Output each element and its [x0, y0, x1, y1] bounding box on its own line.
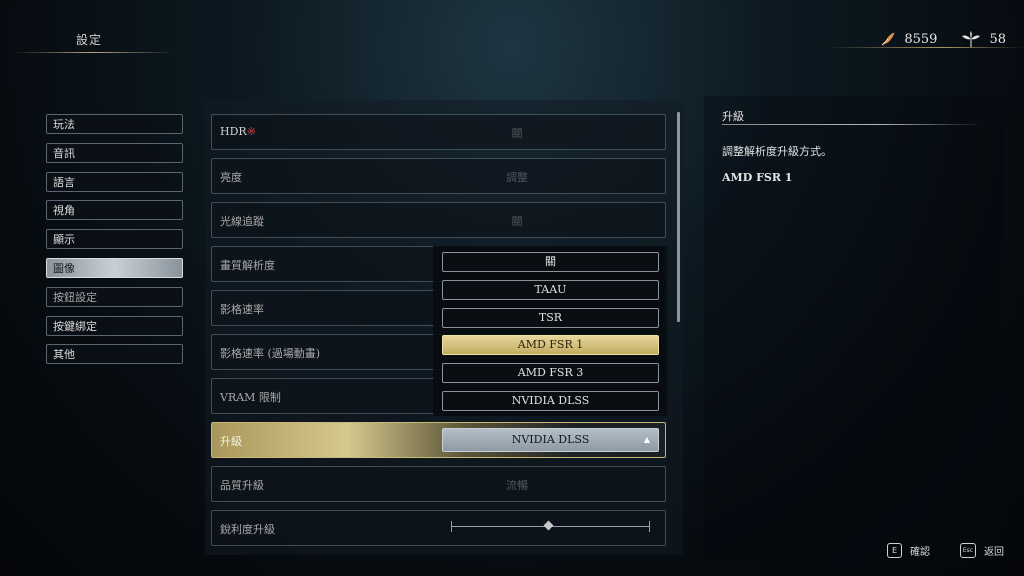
- setting-label-upscaling: 升級: [220, 435, 242, 448]
- feather-icon: [882, 32, 895, 46]
- settings-category-menu: 玩法 音訊 語言 視角 顯示 圖像 按鈕設定 按鍵綁定 其他: [46, 114, 183, 373]
- setting-row-sharpness[interactable]: 銳利度升級: [211, 510, 666, 546]
- setting-label-ray-tracing: 光線追蹤: [220, 215, 264, 228]
- slider-end-cap: [649, 521, 650, 532]
- info-panel: [704, 96, 1004, 566]
- upscaling-dropdown-list: 關 TAAU TSR AMD FSR 1 AMD FSR 3 NVIDIA DL…: [433, 246, 667, 416]
- setting-label-sharpness: 銳利度升級: [220, 523, 275, 536]
- setting-row-brightness[interactable]: 亮度 調整: [211, 158, 666, 194]
- setting-value-upscaling-quality: 流暢: [506, 479, 528, 492]
- feather-count: 8559: [904, 31, 938, 47]
- confirm-button[interactable]: 確認: [910, 543, 930, 558]
- dropdown-option-nvidia-dlss[interactable]: NVIDIA DLSS: [442, 391, 659, 411]
- menu-item-graphics[interactable]: 圖像: [46, 257, 183, 278]
- setting-label-cutscene-frame-rate: 影格速率 (過場動畫): [220, 347, 321, 360]
- menu-item-gameplay[interactable]: 玩法: [46, 114, 183, 134]
- header-divider: [824, 47, 1024, 48]
- chevron-up-icon: ▲: [643, 435, 650, 444]
- info-description: 調整解析度升級方式。: [722, 145, 832, 158]
- menu-item-key-bindings[interactable]: 按鍵綁定: [46, 315, 183, 336]
- hdr-label-text: HDR: [220, 125, 247, 138]
- setting-label-upscaling-quality: 品質升級: [220, 479, 264, 492]
- menu-item-camera[interactable]: 視角: [46, 200, 183, 221]
- title-underline: [14, 52, 174, 53]
- info-selected-value: AMD FSR 1: [722, 171, 793, 184]
- setting-row-hdr[interactable]: HDR※ 關: [211, 114, 666, 150]
- dropdown-option-amd-fsr-1[interactable]: AMD FSR 1: [442, 335, 659, 355]
- page-title: 設定: [76, 33, 103, 47]
- menu-item-language[interactable]: 語言: [46, 171, 183, 192]
- info-divider: [722, 124, 982, 125]
- info-title: 升級: [722, 110, 744, 123]
- e-key-icon: E: [887, 543, 902, 558]
- setting-label-brightness: 亮度: [220, 171, 242, 184]
- dropdown-option-tsr[interactable]: TSR: [442, 308, 659, 328]
- footer-controls: E 確認 Esc 返回: [887, 543, 1004, 558]
- setting-label-vram-limit: VRAM 限制: [220, 391, 281, 404]
- slider-start-cap: [451, 521, 452, 532]
- settings-scrollbar[interactable]: [677, 112, 680, 322]
- upscaling-select[interactable]: NVIDIA DLSS ▲: [442, 428, 659, 452]
- setting-value-hdr: 關: [511, 127, 523, 140]
- setting-label-hdr: HDR※: [220, 125, 256, 138]
- dropdown-option-amd-fsr-3[interactable]: AMD FSR 3: [442, 363, 659, 383]
- setting-value-brightness: 調整: [506, 171, 528, 184]
- warning-marker: ※: [246, 125, 256, 138]
- dropdown-option-off[interactable]: 關: [442, 252, 659, 272]
- menu-item-other[interactable]: 其他: [46, 344, 183, 365]
- setting-row-ray-tracing[interactable]: 光線追蹤 關: [211, 202, 666, 238]
- esc-key-icon: Esc: [960, 543, 976, 558]
- setting-label-frame-rate: 影格速率: [220, 303, 264, 316]
- page-header: 設定: [14, 27, 174, 53]
- dropdown-option-taau[interactable]: TAAU: [442, 280, 659, 300]
- leaf-count: 58: [989, 31, 1006, 47]
- menu-item-display[interactable]: 顯示: [46, 229, 183, 250]
- upscaling-select-value: NVIDIA DLSS: [511, 433, 590, 446]
- setting-row-upscaling-quality[interactable]: 品質升級 流暢: [211, 466, 666, 502]
- setting-label-resolution: 畫質解析度: [220, 259, 275, 272]
- menu-item-audio[interactable]: 音訊: [46, 142, 183, 163]
- setting-value-ray-tracing: 關: [511, 215, 523, 228]
- leaf-icon: [962, 31, 981, 47]
- menu-item-button-settings[interactable]: 按鈕設定: [46, 286, 183, 307]
- back-button[interactable]: 返回: [984, 543, 1004, 558]
